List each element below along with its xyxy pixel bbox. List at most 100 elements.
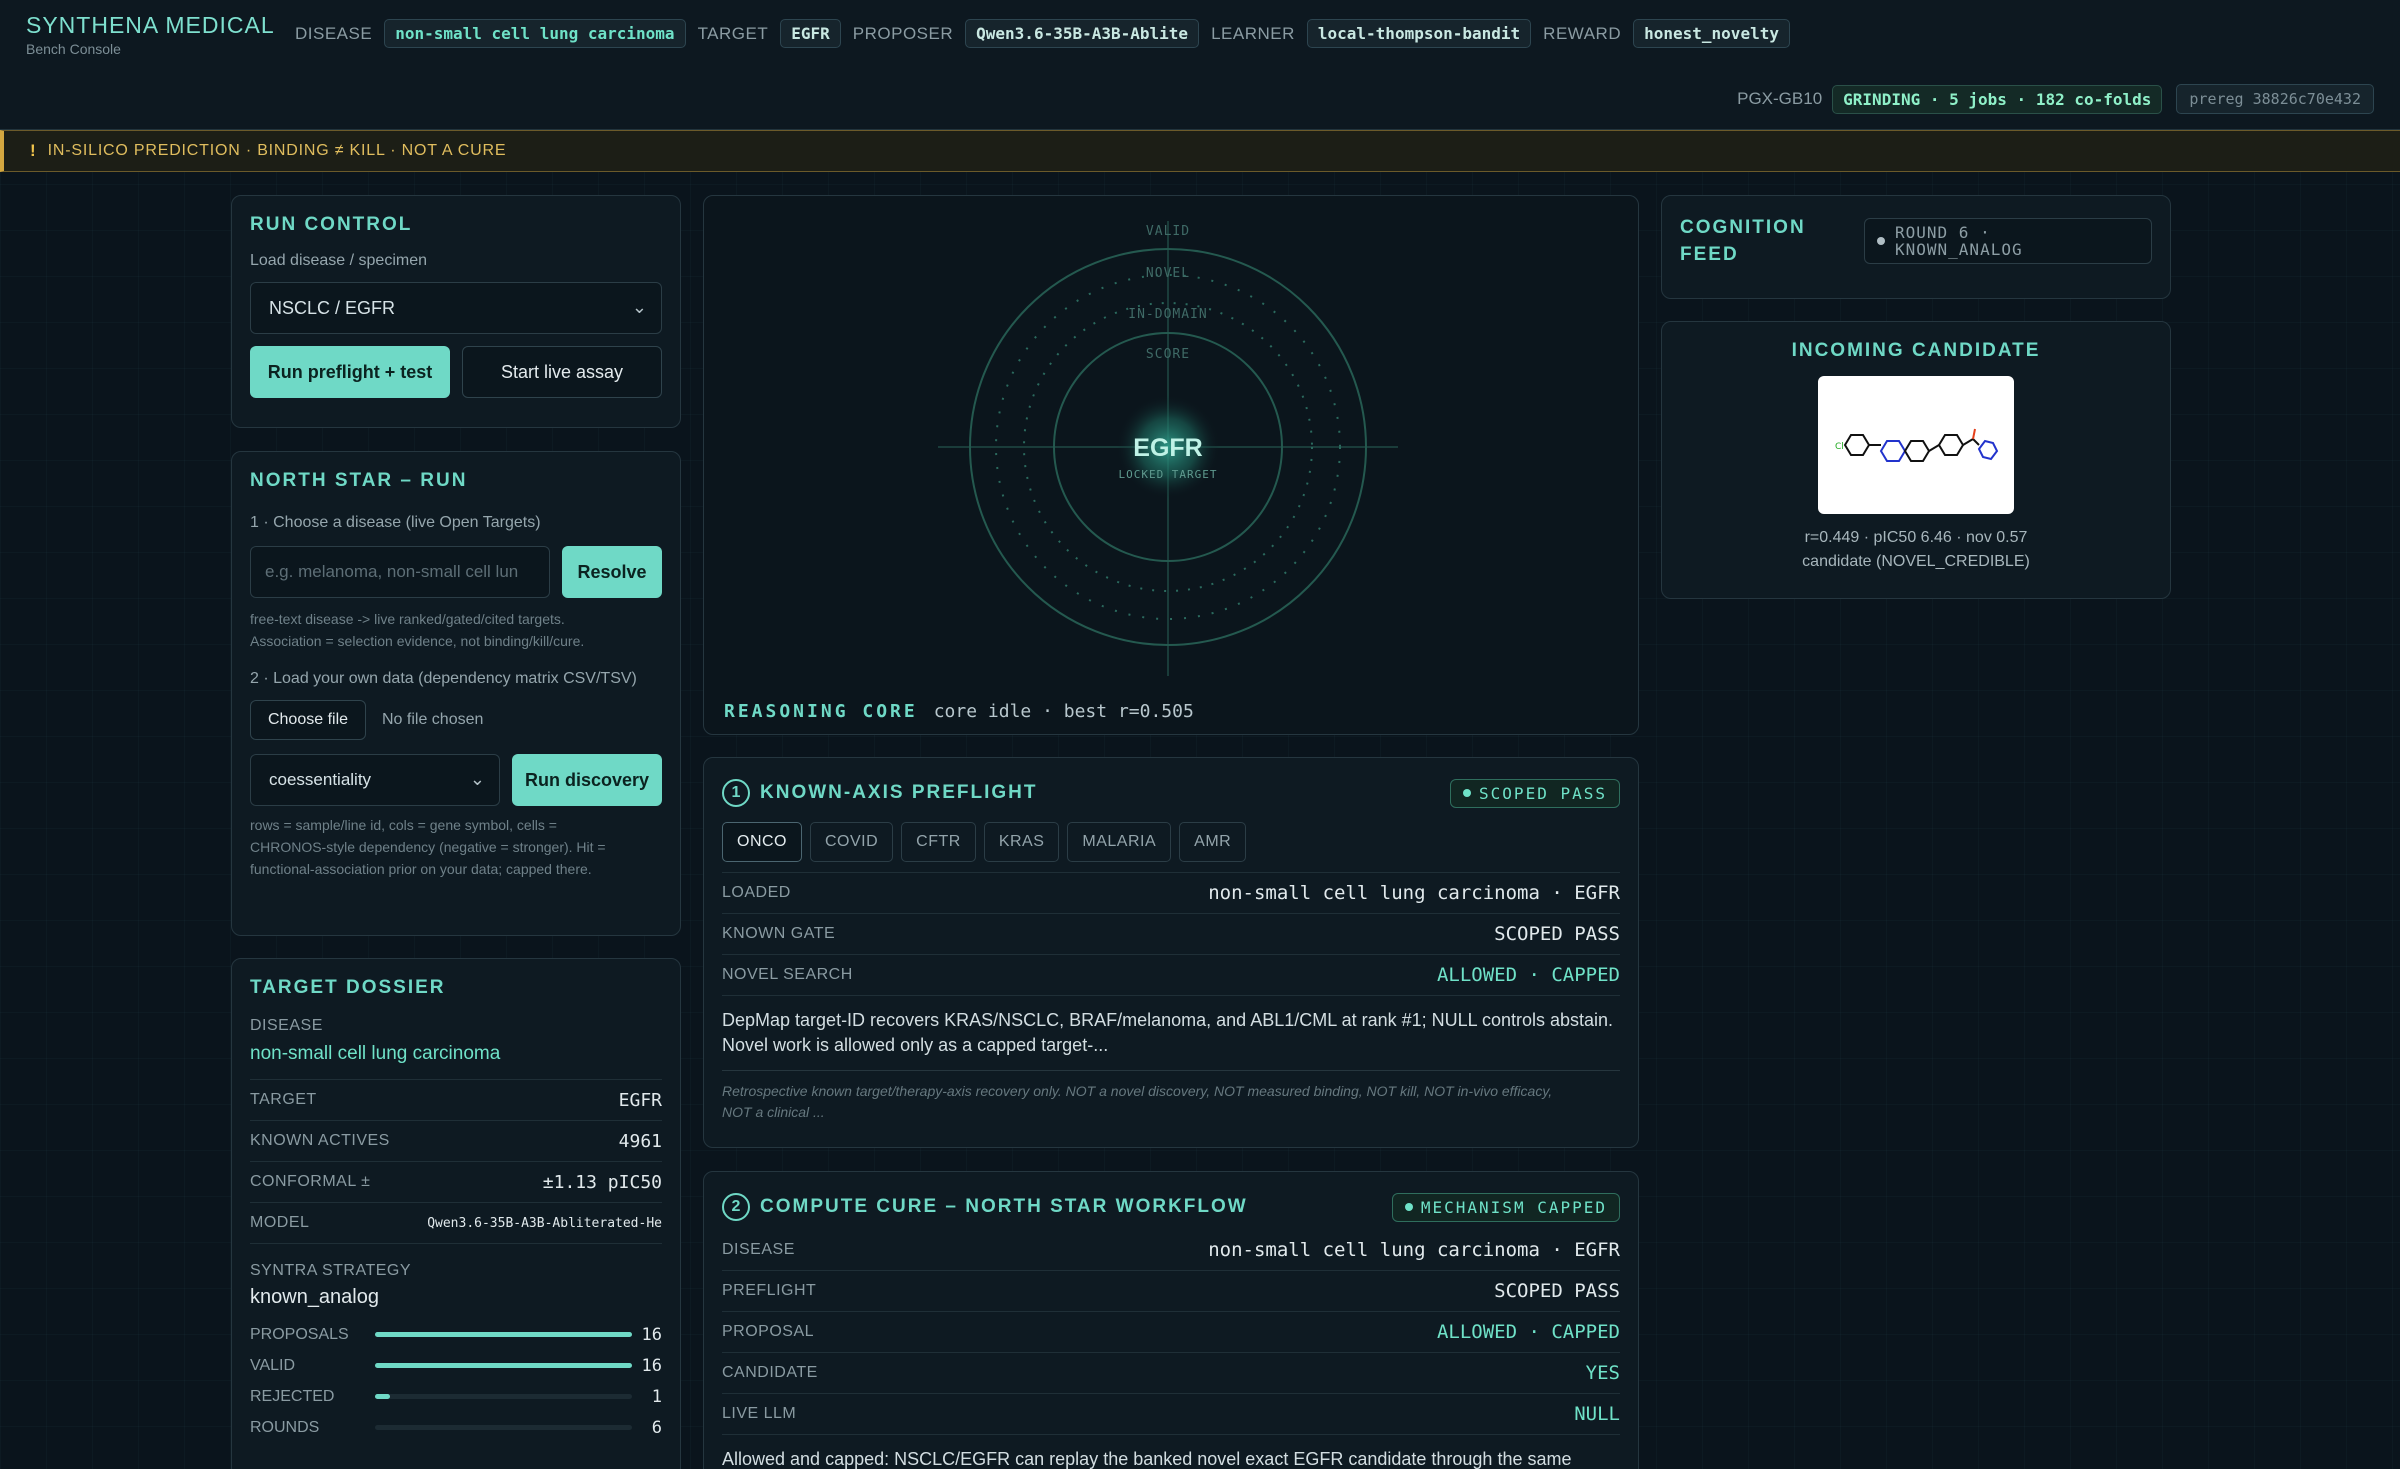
meta-label-learner: LEARNER (1211, 23, 1295, 43)
preflight-panel: 1 KNOWN-AXIS PREFLIGHT SCOPED PASS ONCO … (703, 757, 1639, 1148)
dossier-disease-label: DISEASE (250, 1017, 323, 1034)
method-select[interactable]: coessentiality ⌄ (250, 754, 500, 806)
candidate-metrics: r=0.449 · pIC50 6.46 · nov 0.57 candidat… (1680, 526, 2152, 574)
locked-target-sub: LOCKED TARGET (1118, 468, 1217, 481)
reasoning-core-title: REASONING CORE (724, 701, 918, 722)
preflight-row: NOVEL SEARCH ALLOWED · CAPPED (722, 955, 1620, 996)
meta-label-proposer: PROPOSER (852, 23, 954, 43)
stat-label: REJECTED (250, 1387, 335, 1405)
help-text: CHRONOS-style dependency (negative = str… (250, 839, 606, 855)
method-select-value: coessentiality (269, 770, 372, 789)
warning-text: IN-SILICO PREDICTION · BINDING ≠ KILL · … (47, 142, 507, 159)
stat-value: 16 (641, 1324, 662, 1345)
status-badge-label: SCOPED PASS (1479, 783, 1607, 803)
dossier-row-label: TARGET (250, 1091, 317, 1108)
meta-chip-proposer: Qwen3.6-35B-A3B-Ablite (965, 19, 1200, 48)
tab-covid[interactable]: COVID (810, 822, 894, 862)
grinding-status: GRINDING · 5 jobs · 182 co-folds (1832, 84, 2163, 114)
axis-tabs: ONCO COVID CFTR KRAS MALARIA AMR (722, 822, 1620, 862)
stat-row-proposals: PROPOSALS 16 (250, 1319, 662, 1350)
stat-bar-fill (375, 1332, 632, 1337)
step1-label: 1 · Choose a disease (live Open Targets) (250, 514, 541, 531)
preflight-disclaimer: Retrospective known target/therapy-axis … (722, 1083, 1553, 1099)
dossier-row: MODEL Qwen3.6-35B-A3B-Abliterated-He (250, 1203, 662, 1244)
stat-row-rejected: REJECTED 1 (250, 1381, 662, 1412)
reasoning-core-panel: VALID NOVEL IN-DOMAIN SCORE EGFR LOCKED … (703, 195, 1639, 735)
preflight-row: KNOWN GATE SCOPED PASS (722, 914, 1620, 955)
stat-value: 6 (651, 1417, 662, 1438)
round-indicator: ROUND 6 · KNOWN_ANALOG (1864, 218, 2152, 264)
compute-cure-panel: 2 COMPUTE CURE – NORTH STAR WORKFLOW MEC… (703, 1171, 1639, 1469)
status-dot-icon (1463, 789, 1472, 797)
brand-subtitle: Bench Console (26, 41, 121, 57)
run-discovery-button[interactable]: Run discovery (512, 754, 662, 806)
disease-search-input[interactable]: e.g. melanoma, non-small cell lun (250, 546, 550, 598)
stat-bar (375, 1425, 632, 1430)
step-number: 2 (722, 1193, 750, 1221)
incoming-candidate-panel: INCOMING CANDIDATE Cl r=0.449 · pIC50 6.… (1661, 321, 2171, 599)
tab-cftr[interactable]: CFTR (901, 822, 976, 862)
molecule-structure: Cl (1818, 376, 2014, 514)
panel-title: KNOWN-AXIS PREFLIGHT (760, 782, 1038, 803)
meta-label-disease: DISEASE (295, 23, 373, 43)
locked-target-name: EGFR (1133, 434, 1202, 462)
tab-onco[interactable]: ONCO (722, 822, 802, 862)
dossier-stats: PROPOSALS 16 VALID 16 REJECTED 1 ROUNDS 6 (250, 1319, 662, 1443)
tab-amr[interactable]: AMR (1179, 822, 1247, 862)
row-label: PROPOSAL (722, 1323, 815, 1340)
ring-label: IN-DOMAIN (1128, 307, 1207, 322)
row-value: non-small cell lung carcinoma · EGFR (1208, 882, 1620, 904)
row-value: ALLOWED · CAPPED (1436, 1321, 1620, 1343)
strategy-value: known_analog (250, 1286, 379, 1308)
row-label: LIVE LLM (722, 1405, 797, 1422)
row-label: NOVEL SEARCH (722, 966, 853, 983)
row-label: LOADED (722, 884, 791, 901)
target-reticle: VALID NOVEL IN-DOMAIN SCORE EGFR LOCKED … (938, 221, 1398, 676)
meta-chip-target: EGFR (780, 19, 841, 48)
dossier-row-label: MODEL (250, 1214, 310, 1231)
row-label: PREFLIGHT (722, 1282, 817, 1299)
strategy-label: SYNTRA STRATEGY (250, 1262, 412, 1279)
molecule-icon: Cl (1835, 428, 1999, 462)
workflow-row: PREFLIGHT SCOPED PASS (722, 1271, 1620, 1312)
step-number: 1 (722, 779, 750, 807)
stat-label: ROUNDS (250, 1418, 320, 1436)
preflight-summary: DepMap target-ID recovers KRAS/NSCLC, BR… (722, 1010, 1614, 1030)
stat-bar-fill (375, 1363, 632, 1368)
meta-label-target: TARGET (697, 23, 769, 43)
prereg-hash: prereg 38826c70e432 (2176, 84, 2374, 114)
stat-row-valid: VALID 16 (250, 1350, 662, 1381)
dossier-disease-value: non-small cell lung carcinoma (250, 1043, 662, 1080)
dossier-row-value: 4961 (618, 1130, 662, 1152)
preflight-summary: Novel work is allowed only as a capped t… (722, 1035, 1109, 1055)
row-value: non-small cell lung carcinoma · EGFR (1208, 1239, 1620, 1261)
run-preflight-button[interactable]: Run preflight + test (250, 346, 450, 398)
workflow-row: DISEASE non-small cell lung carcinoma · … (722, 1230, 1620, 1271)
meta-chip-disease: non-small cell lung carcinoma (384, 19, 686, 48)
brand: SYNTHENA MEDICAL Bench Console (26, 12, 275, 57)
stat-label: PROPOSALS (250, 1325, 349, 1343)
row-value: ALLOWED · CAPPED (1436, 964, 1620, 986)
start-live-assay-button[interactable]: Start live assay (462, 346, 662, 398)
panel-title: TARGET DOSSIER (250, 977, 446, 998)
meta-chip-learner: local-thompson-bandit (1306, 19, 1532, 48)
workflow-row: PROPOSAL ALLOWED · CAPPED (722, 1312, 1620, 1353)
tab-malaria[interactable]: MALARIA (1067, 822, 1172, 862)
reasoning-core-status: core idle · best r=0.505 (933, 701, 1194, 722)
svg-text:Cl: Cl (1835, 442, 1844, 452)
stat-value: 1 (651, 1386, 662, 1407)
workflow-row: LIVE LLM NULL (722, 1394, 1620, 1435)
panel-title: INCOMING CANDIDATE (1791, 340, 2041, 361)
dossier-row: TARGET EGFR (250, 1080, 662, 1121)
stat-bar (375, 1363, 632, 1368)
round-dot-icon (1877, 237, 1885, 245)
chevron-down-icon: ⌄ (631, 297, 647, 317)
tab-kras[interactable]: KRAS (983, 822, 1060, 862)
dossier-row-label: CONFORMAL ± (250, 1173, 371, 1190)
status-dot-icon (1404, 1203, 1413, 1211)
round-text: ROUND 6 · (1895, 223, 1991, 242)
choose-file-button[interactable]: Choose file (250, 700, 366, 740)
cognition-feed-panel: COGNITION FEED ROUND 6 · KNOWN_ANALOG (1661, 195, 2171, 299)
resolve-button[interactable]: Resolve (562, 546, 662, 598)
disease-select[interactable]: NSCLC / EGFR ⌄ (250, 282, 662, 334)
